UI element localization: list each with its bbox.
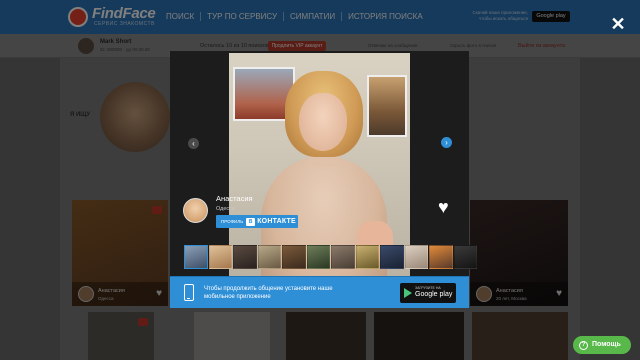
google-play-icon [404,288,412,298]
prev-photo-button[interactable]: ‹ [188,138,199,149]
photo-thumbnail[interactable] [404,245,428,269]
close-icon[interactable]: ✕ [608,14,628,34]
photo-thumbnail[interactable] [453,245,477,269]
photo-thumbnail[interactable] [282,245,306,269]
photo-thumbnail[interactable] [380,245,404,269]
phone-icon [184,284,194,301]
photo-face [299,93,347,151]
google-play-button[interactable]: ЗАГРУЗИТЕ НА Google play [400,283,456,303]
photo-thumbnail[interactable] [257,245,281,269]
help-label: Помощь [592,341,621,348]
photo-thumbnail[interactable] [208,245,232,269]
photo-thumbnail[interactable] [306,245,330,269]
wall-painting [367,75,407,137]
vk-prefix: ПРОФИЛЬ [221,219,244,224]
photo-thumbnail[interactable] [184,245,208,269]
photo-thumbnail[interactable] [355,245,379,269]
google-play-caption: ЗАГРУЗИТЕ НА [415,286,441,290]
google-play-label: Google play [415,291,453,298]
vk-logo-icon: В [246,217,256,226]
help-icon: ? [579,340,588,350]
photo-thumbnail[interactable] [331,245,355,269]
vk-brand: КОНТАКТЕ [257,218,296,225]
help-button[interactable]: ? Помощь [573,336,631,354]
profile-avatar [183,198,208,223]
photo-thumbnail[interactable] [233,245,257,269]
app-install-banner: Чтобы продолжить общение установите наше… [170,276,469,308]
profile-city: Одесса [216,206,235,212]
like-heart-icon[interactable]: ♥ [438,198,449,216]
profile-modal: ‹ › Анастасия Одесса ПРОФИЛЬ В КОНТАКТЕ … [170,51,477,308]
photo-thumbnails [184,245,477,269]
banner-text: Чтобы продолжить общение установите наше… [204,286,333,300]
profile-name: Анастасия [216,194,253,203]
vk-profile-button[interactable]: ПРОФИЛЬ В КОНТАКТЕ [216,215,298,228]
photo-thumbnail[interactable] [429,245,453,269]
next-photo-button[interactable]: › [441,137,452,148]
